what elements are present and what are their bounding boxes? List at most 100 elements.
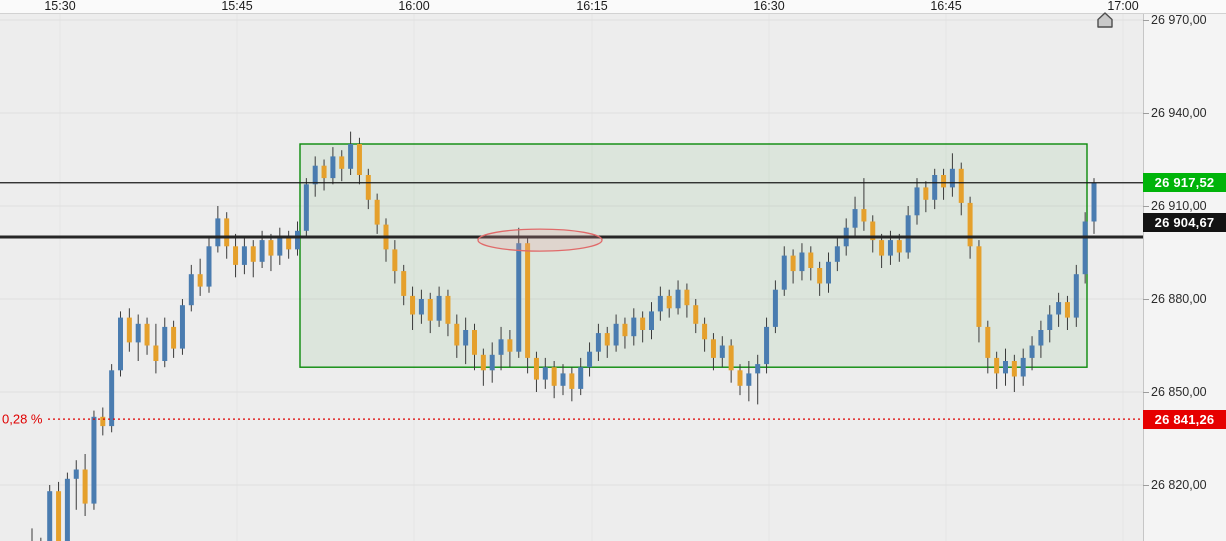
candle-body [135,323,141,343]
candle-body [339,156,345,169]
candle-body [640,317,646,330]
candle-body [454,323,460,346]
candle-body [1073,274,1079,318]
candle-body [958,168,964,203]
candle-body [330,156,336,179]
candle-body [109,370,115,427]
secondary-price-badge: 26 904,67 [1143,213,1226,233]
candle-body [356,144,362,175]
candle-body [852,209,858,228]
candle-body [941,175,947,188]
candle-body [498,339,504,355]
price-axis[interactable]: 26 970,00 26 940,00 26 910,00 26 880,00 26 8… [1143,13,1226,541]
candle-body [259,240,265,262]
candle-body [976,246,982,327]
candle-body [153,345,159,361]
candle-body [905,215,911,253]
candle-body [224,218,230,247]
time-axis-label: 16:45 [930,0,962,13]
price-axis-label: 26 820,00 [1151,478,1207,492]
candle-body [932,175,938,200]
candle-body [410,295,416,315]
candle-body [675,289,681,309]
home-icon [1097,12,1113,28]
candle-body [728,345,734,371]
candle-body [799,252,805,272]
candle-body [542,367,548,380]
home-icon-shape [1097,12,1113,28]
candle-body [551,367,557,386]
price-axis-label: 26 940,00 [1151,106,1207,120]
candle-body [861,209,867,222]
price-axis-tick [1143,299,1149,300]
candle-body [790,255,796,272]
candle-body [374,199,380,225]
candle-body [445,295,451,324]
time-axis-label: 15:30 [44,0,76,13]
candle-body [578,367,584,389]
candle-body [197,274,203,287]
candle-body [427,299,433,321]
time-axis-label: 16:15 [576,0,608,13]
percent-change-label: 0,28 % [2,411,43,427]
candle-body [1047,314,1053,330]
candle-body [303,184,309,231]
candle-body [312,165,318,185]
candle-body [365,175,371,200]
candle-body [171,326,177,349]
candle-body [286,237,292,250]
candle-body [118,317,123,371]
candle-body [808,252,814,268]
price-axis-tick [1143,206,1149,207]
price-axis-tick [1143,20,1149,21]
candle-body [321,165,327,179]
candle-body [764,326,770,365]
candle-body [507,339,513,352]
candle-body [1029,345,1035,358]
price-axis-label: 26 910,00 [1151,199,1207,213]
candle-body [879,240,885,256]
candle-body [188,274,194,306]
candle-body [436,295,442,321]
candle-body [82,469,88,504]
candle-body [560,373,566,386]
candle-body [401,271,407,296]
candle-body [914,187,920,216]
candle-body [1011,361,1017,377]
candle-body [755,364,761,374]
candle-body [47,491,53,541]
candle-body [73,469,79,479]
candle-body [719,345,725,358]
trading-chart-panel: 15:30 15:45 16:00 16:15 16:30 16:45 17:00 26 9… [0,0,1226,541]
candle-body [489,354,495,371]
time-axis[interactable]: 15:30 15:45 16:00 16:15 16:30 16:45 17:00 [0,0,1226,14]
candle-body [994,357,1000,374]
candle-body [622,323,628,337]
time-axis-label: 15:45 [221,0,253,13]
candle-body [64,478,70,541]
time-axis-label: 16:00 [398,0,430,13]
candle-body [1020,357,1026,377]
drawn-rectangle-annotation[interactable] [299,143,1088,368]
price-axis-label: 26 880,00 [1151,292,1207,306]
candle-body [91,416,97,504]
candle-body [710,339,716,358]
candle-body [418,299,424,315]
candle-body [233,246,239,265]
candle-body [595,333,601,352]
candle-body [250,246,256,262]
candle-body [179,305,185,349]
candle-body [817,268,823,284]
candle-body [268,240,274,256]
candlestick-plot[interactable] [0,0,1143,541]
candle-body [923,187,929,200]
candle-body [463,330,469,346]
candle-body [657,295,663,312]
drawn-ellipse-annotation[interactable] [477,228,603,252]
candle-body [516,243,522,352]
scroll-home-button[interactable] [1096,11,1114,29]
candle-body [1038,330,1044,346]
candle-body [569,373,575,389]
candle-body [56,491,62,541]
candle-body [392,249,398,272]
